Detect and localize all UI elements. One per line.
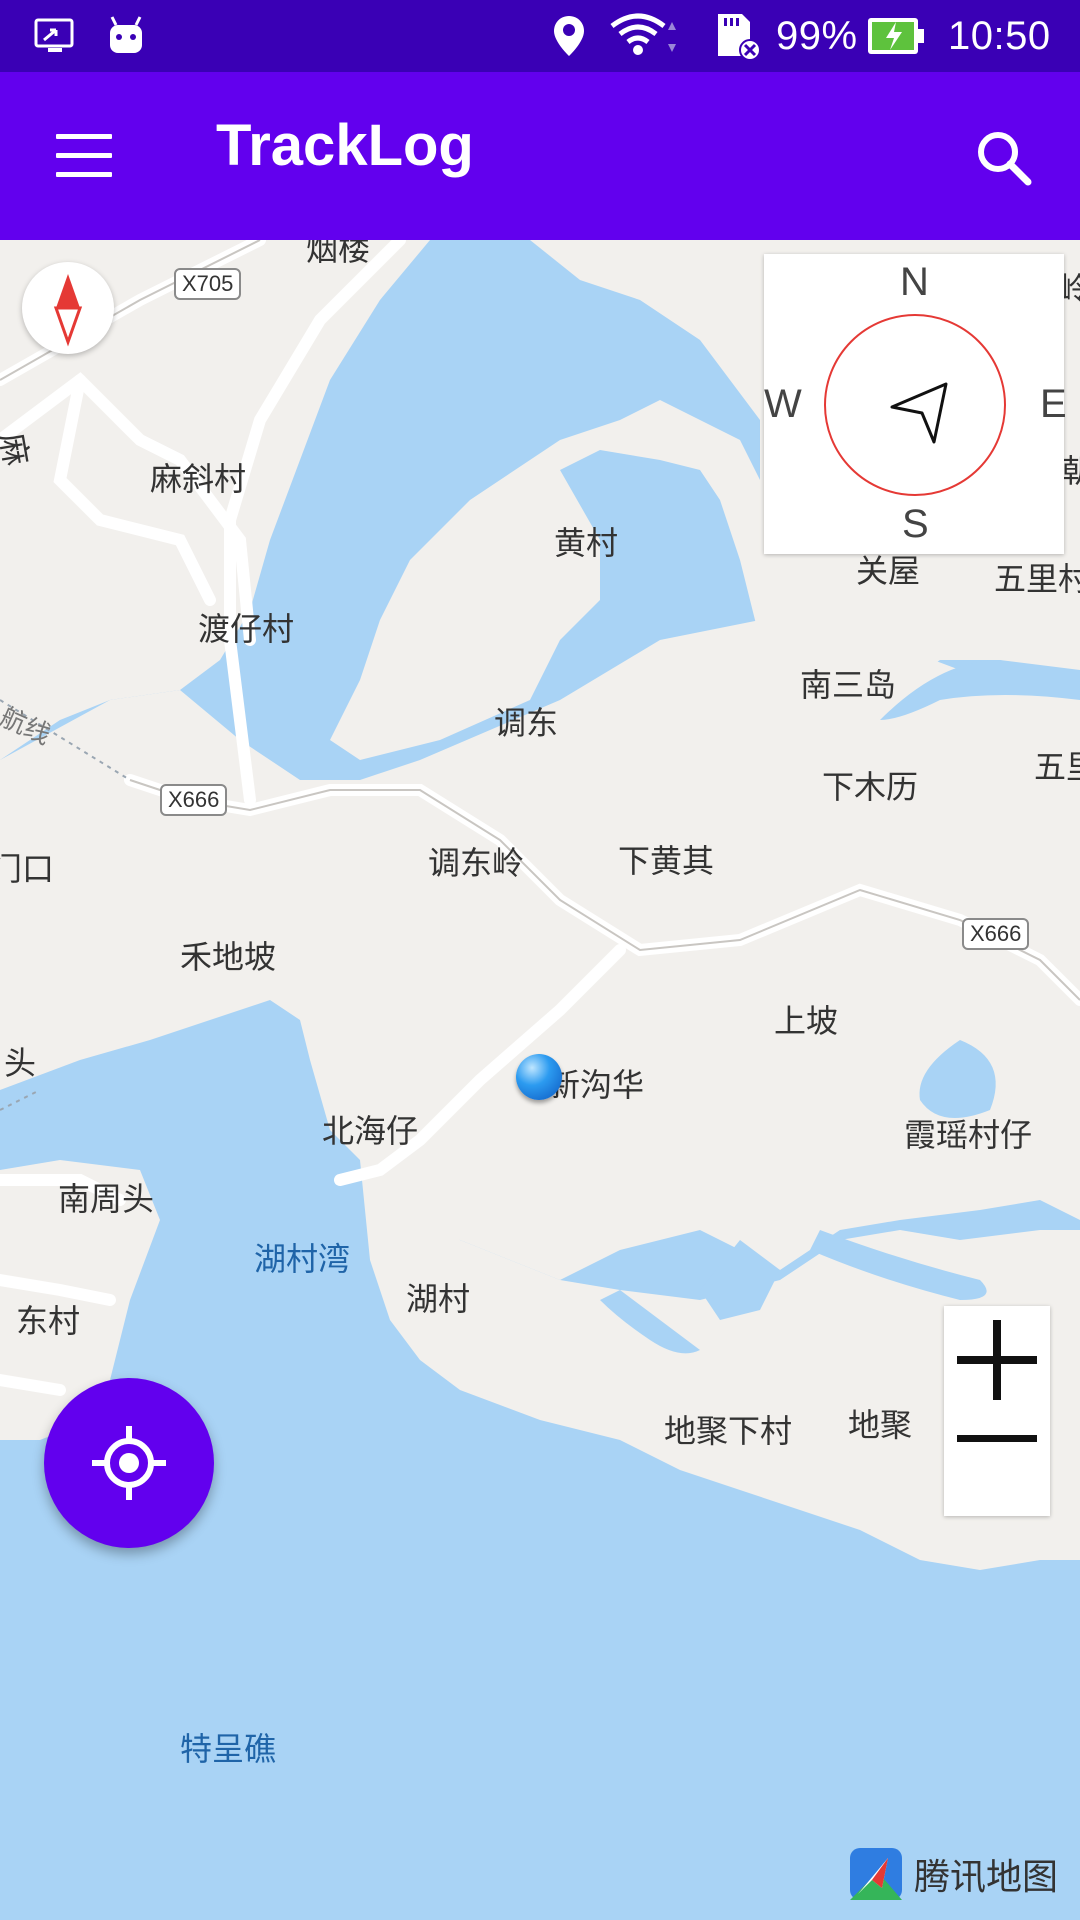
tencent-map-logo-icon [850, 1848, 902, 1900]
compass-east-label: E [1040, 382, 1067, 426]
map-label-xiahuangqi: 下黄其 [618, 842, 715, 880]
map-label-mashecun: 麻斜村 [150, 460, 247, 498]
status-bar: 99% 10:50 [0, 0, 1080, 72]
map-label-huangcun: 黄村 [554, 524, 619, 562]
map-label-hedipo: 禾地坡 [180, 938, 277, 976]
map-label-xiayaocunzai: 霞瑶村仔 [904, 1116, 1033, 1154]
compass-rose-icon [824, 314, 1006, 496]
map-label-xiamuli: 下木历 [822, 768, 919, 806]
battery-percent: 99% [776, 13, 858, 58]
map-label-nanzhoutou: 南周头 [58, 1180, 155, 1218]
app-bar: TrackLog [0, 72, 1080, 240]
map-label-wuli: 五里 [1034, 748, 1080, 786]
tencent-map-logo: 腾讯地图 [848, 1844, 1058, 1904]
compass-icon [53, 274, 83, 347]
cast-icon [34, 0, 78, 72]
map-label-edge-right: 朝 [1062, 452, 1080, 490]
tencent-map-logo-text: 腾讯地图 [914, 1857, 1059, 1898]
map-label-tou: 头 [4, 1044, 37, 1082]
plus-icon [957, 1320, 1037, 1400]
zoom-in-button[interactable] [944, 1306, 1050, 1411]
route-shield-x666-left: X666 [160, 784, 228, 816]
map-label-diju: 地聚 [848, 1406, 913, 1444]
my-location-icon [92, 1426, 166, 1500]
compass-south-label: S [902, 502, 929, 546]
zoom-control [944, 1306, 1050, 1516]
my-location-button[interactable] [44, 1378, 214, 1548]
compass-west-label: W [764, 382, 802, 426]
map-label-menkou: 门口 [0, 850, 55, 888]
map-label-hucun: 湖村 [406, 1280, 471, 1318]
minus-icon [957, 1435, 1037, 1442]
hamburger-menu-icon[interactable] [56, 134, 112, 178]
compass-north-label: N [900, 260, 929, 304]
map-label-duzaicun: 渡仔村 [198, 610, 295, 648]
map-label-beihaizai: 北海仔 [322, 1112, 419, 1150]
map-label-dongcun: 东村 [16, 1302, 81, 1340]
map-label-nansandao: 南三岛 [800, 666, 897, 704]
map-label-tiaodong: 调东 [494, 704, 559, 742]
map-label-hucunwan: 湖村湾 [254, 1240, 351, 1278]
search-icon[interactable] [972, 126, 1036, 190]
sd-card-error-icon [712, 0, 762, 72]
route-shield-x705: X705 [174, 268, 242, 300]
route-shield-x666-right: X666 [962, 918, 1030, 950]
compass-button[interactable] [22, 262, 114, 354]
map-label-yanlou: 烟楼 [306, 240, 371, 268]
map-label-dijuxiacun: 地聚下村 [664, 1412, 793, 1450]
zoom-out-button[interactable] [944, 1411, 1050, 1516]
app-title: TrackLog [216, 113, 474, 178]
map-label-tiaodongling: 调东岭 [428, 844, 525, 882]
location-pin-icon [552, 0, 586, 72]
android-icon [106, 0, 146, 72]
map-label-shangpo: 上坡 [774, 1002, 839, 1040]
map-label-xingouhua: 新沟华 [548, 1066, 645, 1104]
map-label-techengjiao: 特呈礁 [180, 1730, 277, 1768]
current-location-marker [516, 1054, 562, 1100]
clock: 10:50 [948, 13, 1051, 58]
wifi-icon [608, 0, 684, 72]
map-label-wulicun: 五里村 [994, 560, 1080, 598]
battery-charging-icon [866, 0, 926, 72]
compass-panel: N S E W [764, 254, 1067, 554]
